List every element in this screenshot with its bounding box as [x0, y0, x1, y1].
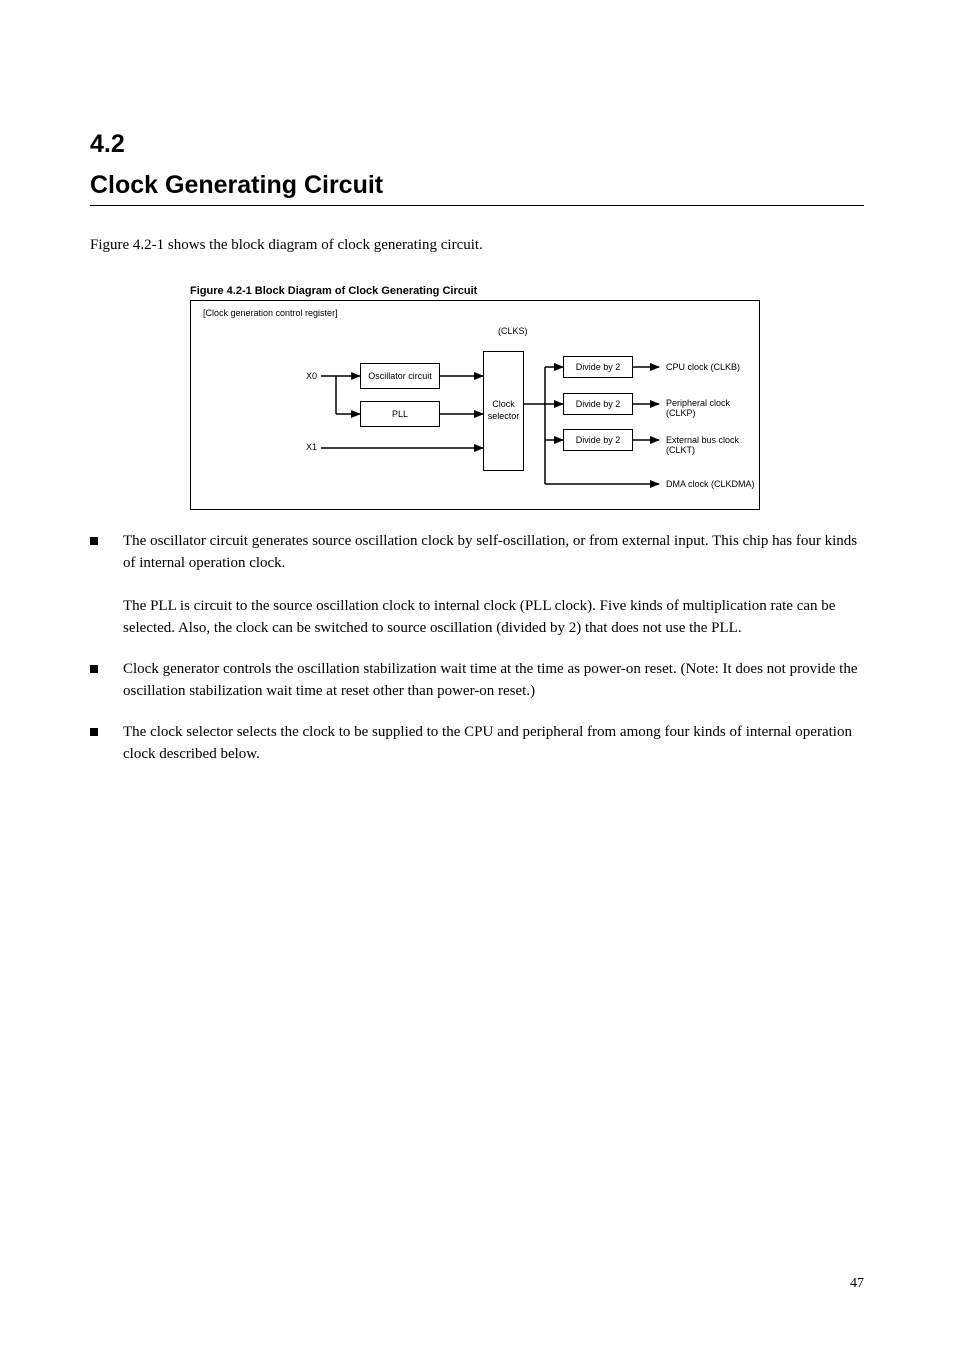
section-number: 4.2 [90, 130, 864, 159]
bullet-content: Clock generator controls the oscillation… [123, 658, 864, 703]
bullet-item: The oscillator circuit generates source … [90, 530, 864, 640]
section-title: Clock Generating Circuit [90, 171, 864, 200]
intro-text: Figure 4.2-1 shows the block diagram of … [90, 234, 864, 257]
section-divider [90, 205, 864, 206]
bullet-marker [90, 537, 98, 545]
document-page: 4.2 Clock Generating Circuit Figure 4.2-… [0, 0, 954, 844]
bullet-content: The oscillator circuit generates source … [123, 530, 864, 640]
bullet-item: The clock selector selects the clock to … [90, 721, 864, 766]
bullet-para: Clock generator controls the oscillation… [123, 658, 864, 703]
page-number: 47 [850, 1276, 864, 1292]
figure-caption: Figure 4.2-1 Block Diagram of Clock Gene… [190, 285, 864, 297]
figure-connectors [191, 301, 761, 511]
bullet-marker [90, 728, 98, 736]
bullet-para: The clock selector selects the clock to … [123, 721, 864, 766]
figure-box: [Clock generation control register] (CLK… [190, 300, 760, 510]
bullet-para: The PLL is circuit to the source oscilla… [123, 595, 864, 640]
bullet-marker [90, 665, 98, 673]
figure-container: Figure 4.2-1 Block Diagram of Clock Gene… [190, 285, 864, 510]
bullet-item: Clock generator controls the oscillation… [90, 658, 864, 703]
bullet-content: The clock selector selects the clock to … [123, 721, 864, 766]
bullet-para: The oscillator circuit generates source … [123, 530, 864, 575]
